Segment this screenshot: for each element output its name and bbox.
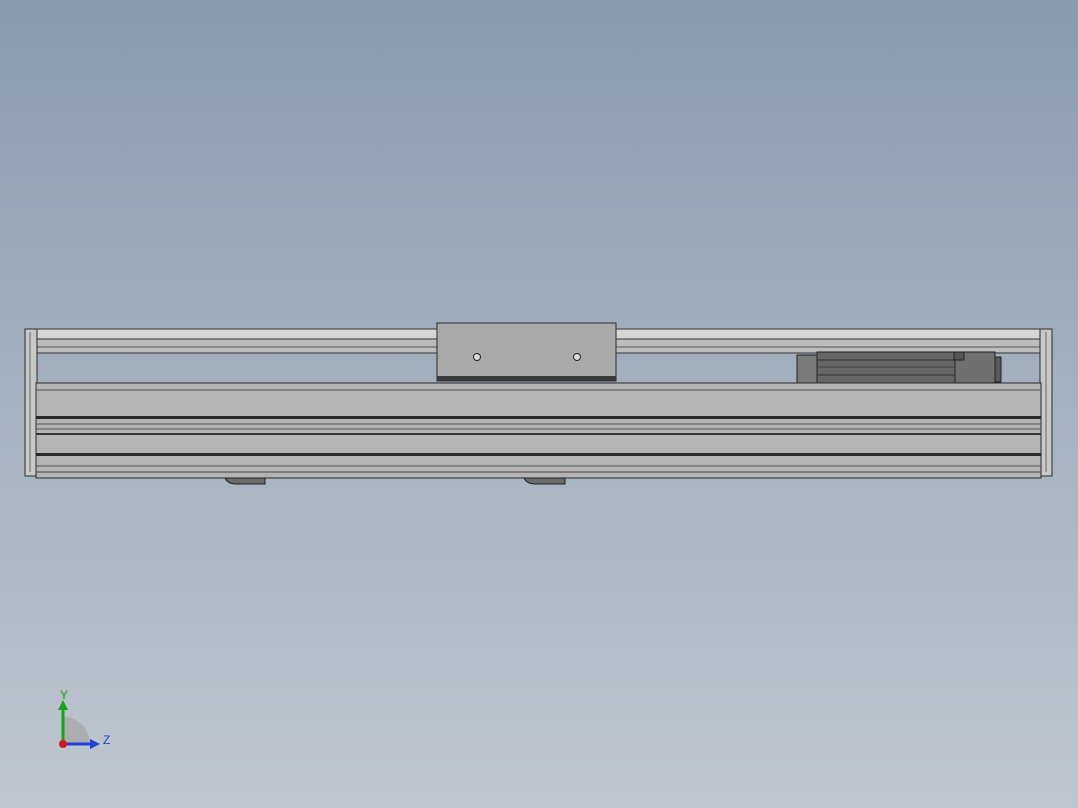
carriage-hole-right (573, 353, 581, 361)
cad-viewport[interactable]: Y Z (0, 0, 1078, 808)
x-axis-point (59, 740, 67, 748)
main-profile (35, 382, 1042, 479)
carriage (436, 322, 617, 382)
linear-actuator-model[interactable] (0, 0, 1078, 808)
y-axis-label: Y (60, 688, 68, 702)
motor (796, 351, 1002, 384)
triad-quadrant (63, 717, 90, 744)
mounting-foot-right (523, 477, 566, 485)
orientation-triad: Y Z (58, 688, 110, 749)
left-end-cap (24, 328, 38, 477)
carriage-hole-left (473, 353, 481, 361)
mounting-foot-left (224, 477, 266, 485)
z-axis-label: Z (103, 733, 110, 747)
right-end-cap (1039, 328, 1053, 477)
